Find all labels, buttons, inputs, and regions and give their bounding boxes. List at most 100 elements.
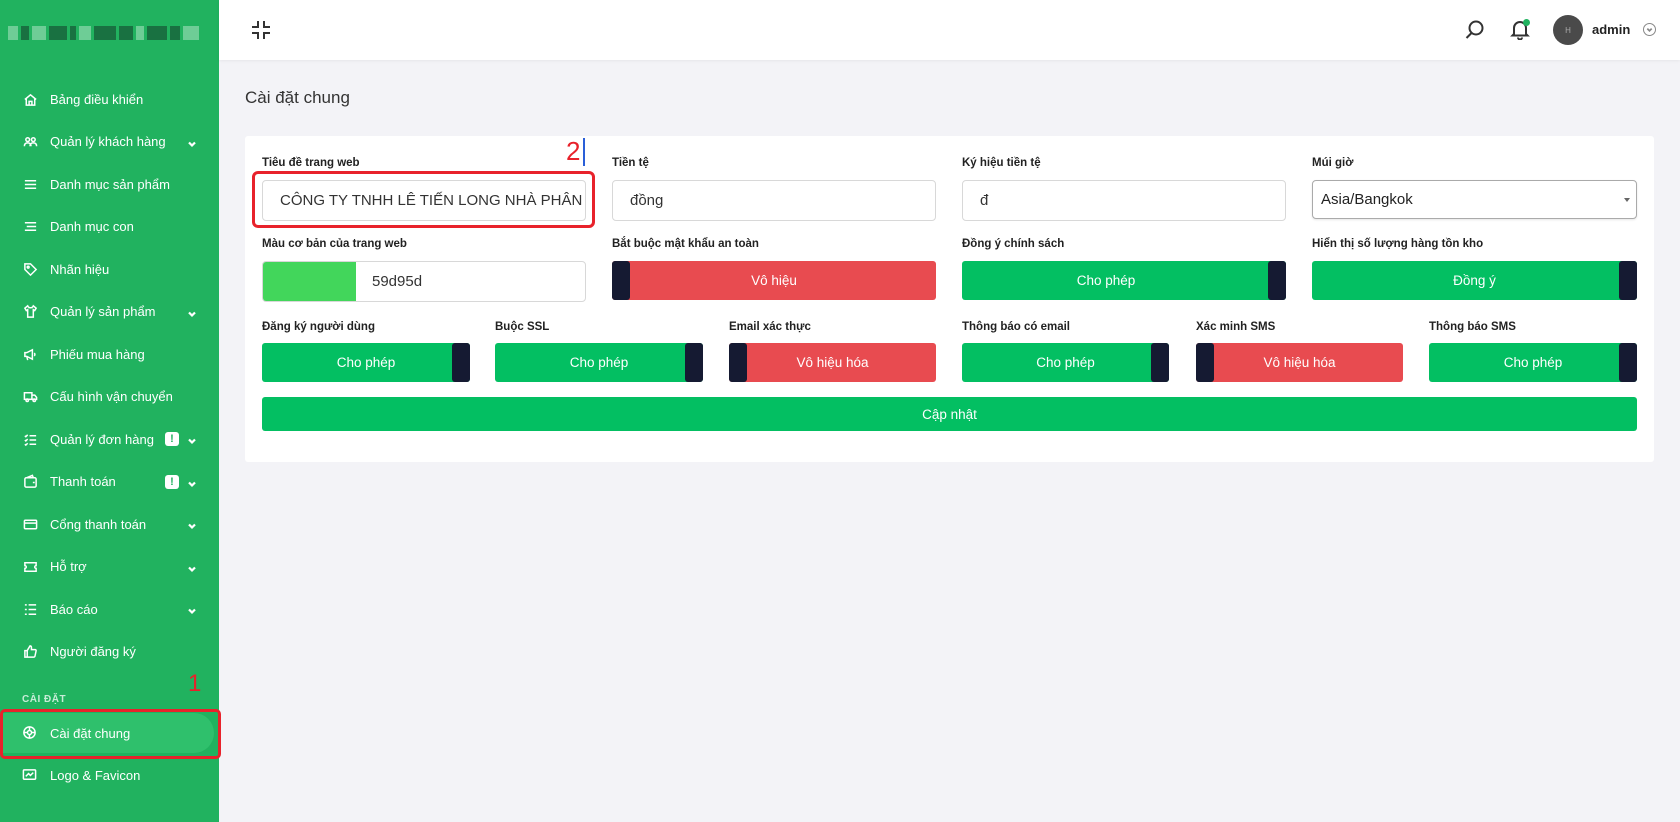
sidebar-nav: Bảng điều khiển Quản lý khách hàng Danh mụ… (0, 78, 219, 673)
toggle-knob (685, 343, 703, 382)
sidebar-item-ticket[interactable]: Hỗ trợ (0, 546, 219, 589)
toggle-label: Đồng ý (1453, 273, 1496, 288)
list-icon (22, 176, 38, 192)
ssl-toggle[interactable]: Cho phép (495, 343, 703, 382)
sidebar-item-home[interactable]: Bảng điều khiển (0, 78, 219, 121)
avatar[interactable]: H (1553, 15, 1583, 45)
toggle-label: Cho phép (1036, 355, 1095, 370)
sidebar-item-label: Danh mục con (50, 219, 134, 235)
sidebar-item-wallet[interactable]: Thanh toán! (0, 461, 219, 504)
ssl-label: Buộc SSL (495, 321, 550, 333)
sublist-icon (22, 219, 38, 235)
shirt-icon (22, 304, 38, 320)
update-button[interactable]: Cập nhật (262, 397, 1637, 431)
report-icon (22, 601, 38, 617)
checklist-icon (22, 431, 38, 447)
collapse-icon[interactable] (250, 19, 272, 41)
stock-label: Hiển thị số lượng hàng tồn kho (1312, 238, 1484, 250)
secure-password-toggle[interactable]: Vô hiệu (612, 261, 936, 300)
sidebar-item-users[interactable]: Quản lý khách hàng (0, 121, 219, 164)
sidebar-item-checklist[interactable]: Quản lý đơn hàng! (0, 418, 219, 461)
sms-notify-label: Thông báo SMS (1429, 321, 1516, 333)
timezone-select[interactable]: Asia/Bangkok (1312, 180, 1637, 219)
chevron-down-icon[interactable] (187, 477, 197, 487)
chevron-down-icon[interactable] (187, 307, 197, 317)
chevron-down-icon[interactable] (187, 137, 197, 147)
text-cursor (583, 138, 585, 166)
currency-symbol-label: Ký hiệu tiền tệ (962, 157, 1041, 169)
top-header: H admin (219, 0, 1680, 60)
chevron-down-icon[interactable] (187, 519, 197, 530)
sidebar-item-truck[interactable]: Cấu hình vận chuyển (0, 376, 219, 419)
toggle-knob (1619, 261, 1637, 300)
register-toggle[interactable]: Cho phép (262, 343, 470, 382)
toggle-label: Cho phép (336, 355, 396, 370)
brand-logo[interactable] (8, 22, 211, 44)
timezone-selected-value: Asia/Bangkok (1321, 191, 1413, 208)
site-title-label: Tiêu đề trang web (262, 157, 360, 169)
toggle-knob (729, 343, 747, 382)
base-color-picker[interactable]: 59d95d (262, 261, 586, 302)
toggle-label: Cho phép (1503, 355, 1563, 370)
annotation-highlight-site-title (252, 171, 595, 228)
secure-password-label: Bắt buộc mật khẩu an toàn (612, 238, 759, 250)
sidebar-item-list[interactable]: Danh mục sản phẩm (0, 163, 219, 206)
register-label: Đăng ký người dùng (262, 321, 375, 333)
sidebar: Bảng điều khiển Quản lý khách hàng Danh mụ… (0, 0, 219, 822)
home-icon (22, 91, 38, 107)
sms-verify-label: Xác minh SMS (1196, 321, 1276, 333)
thumbs-up-icon (22, 644, 38, 660)
sidebar-section-label: CÀI ĐẶT (22, 694, 67, 705)
search-icon[interactable] (1464, 19, 1486, 41)
warning-badge: ! (165, 432, 179, 447)
sidebar-item-megaphone[interactable]: Phiếu mua hàng (0, 333, 219, 376)
sidebar-item-report[interactable]: Báo cáo (0, 588, 219, 631)
sidebar-item-thumbs-up[interactable]: Người đăng ký (0, 631, 219, 674)
ticket-icon (22, 559, 38, 575)
color-swatch[interactable] (263, 262, 356, 301)
email-verify-toggle[interactable]: Vô hiệu hóa (729, 343, 936, 382)
timezone-label: Múi giờ (1312, 157, 1354, 169)
toggle-label: Vô hiệu hóa (796, 355, 869, 370)
currency-symbol-input[interactable]: đ (962, 180, 1286, 221)
sms-notify-toggle[interactable]: Cho phép (1429, 343, 1637, 382)
chevron-down-icon[interactable] (1643, 23, 1656, 36)
toggle-label: Cho phép (569, 355, 629, 370)
megaphone-icon (22, 346, 38, 362)
tag-icon (22, 261, 38, 277)
toggle-knob (1196, 343, 1214, 382)
wallet-icon (22, 474, 38, 490)
user-name[interactable]: admin (1592, 22, 1630, 37)
sidebar-item-label: Báo cáo (50, 601, 98, 617)
sidebar-item-card[interactable]: Cổng thanh toán (0, 503, 219, 546)
base-color-input[interactable]: 59d95d (356, 262, 422, 301)
chevron-down-icon[interactable] (187, 562, 197, 572)
sidebar-item-logo-favicon[interactable]: Logo & Favicon (0, 754, 219, 796)
toggle-label: Vô hiệu (751, 273, 797, 288)
email-notify-toggle[interactable]: Cho phép (962, 343, 1169, 382)
sidebar-item-label: Bảng điều khiển (50, 91, 144, 107)
sidebar-item-label: Logo & Favicon (50, 767, 141, 783)
policy-toggle[interactable]: Cho phép (962, 261, 1286, 300)
toggle-knob (1151, 343, 1169, 382)
toggle-label: Vô hiệu hóa (1263, 355, 1336, 370)
email-notify-label: Thông báo có email (962, 321, 1070, 333)
sidebar-item-label: Phiếu mua hàng (50, 346, 145, 362)
sidebar-item-label: Quản lý đơn hàng (50, 431, 154, 447)
chevron-down-icon[interactable] (187, 434, 197, 445)
chevron-down-icon[interactable] (187, 604, 197, 615)
currency-label: Tiền tệ (612, 157, 649, 169)
sidebar-item-label: Hỗ trợ (50, 559, 87, 575)
sidebar-item-label: Quản lý sản phẩm (50, 304, 156, 320)
sms-verify-toggle[interactable]: Vô hiệu hóa (1196, 343, 1403, 382)
sidebar-item-sublist[interactable]: Danh mục con (0, 206, 219, 249)
annotation-step-2: 2 (566, 136, 581, 166)
sidebar-item-tag[interactable]: Nhãn hiệu (0, 248, 219, 291)
sidebar-item-label: Quản lý khách hàng (50, 134, 166, 150)
toggle-knob (1268, 261, 1286, 300)
currency-input[interactable]: đồng (612, 180, 936, 221)
sidebar-item-shirt[interactable]: Quản lý sản phẩm (0, 291, 219, 334)
sidebar-item-label: Cấu hình vận chuyển (50, 389, 173, 405)
email-verify-label: Email xác thực (729, 321, 811, 333)
stock-toggle[interactable]: Đồng ý (1312, 261, 1637, 300)
